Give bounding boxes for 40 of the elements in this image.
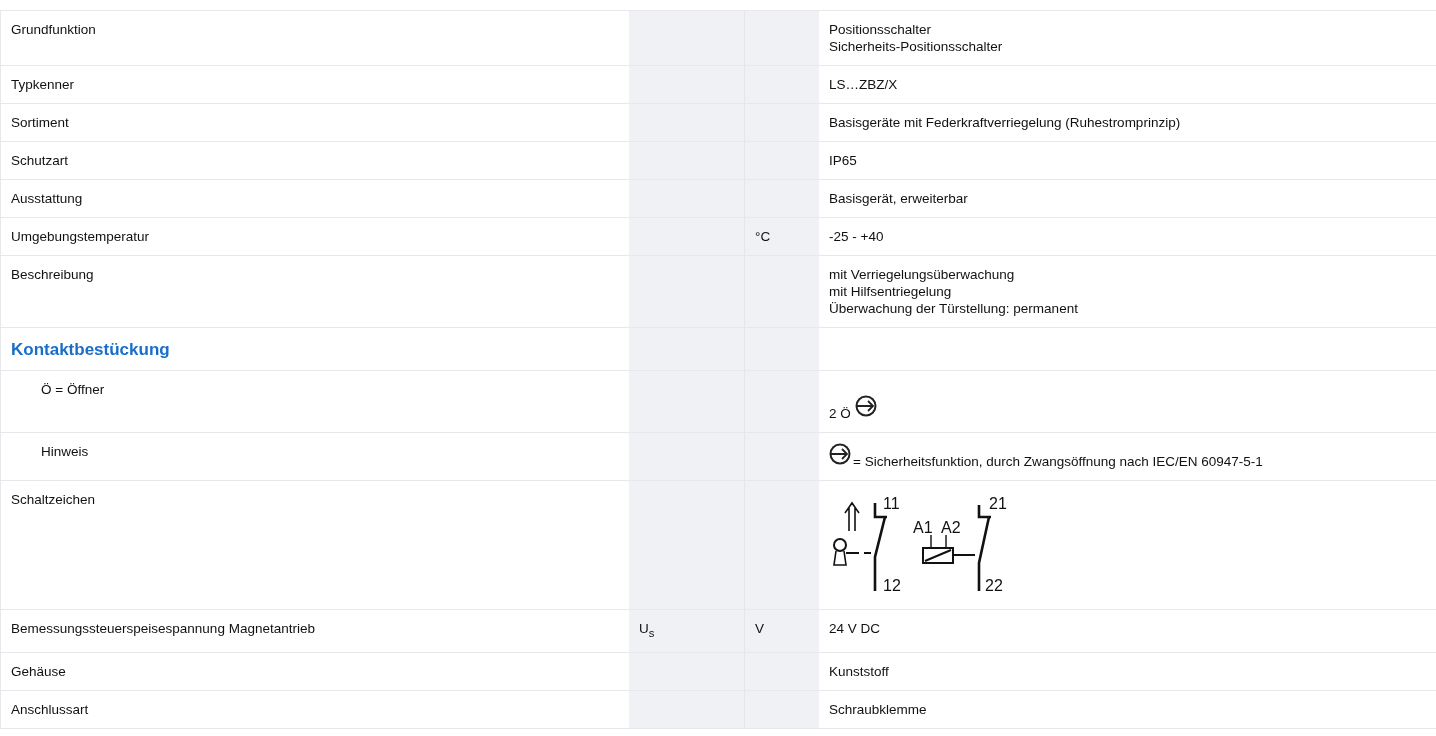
property-value: Positionsschalter [829, 21, 933, 38]
property-value: 2 Ö [829, 405, 851, 422]
property-label: Gehäuse [11, 663, 66, 679]
positive-opening-icon [829, 443, 851, 465]
property-value: Basisgeräte mit Federkraftverriegelung (Ruhestromprinzip) [829, 114, 1182, 131]
positive-opening-icon [854, 395, 877, 417]
terminal-label: 22 [985, 577, 1003, 594]
property-value: 24 V DC [829, 620, 882, 637]
property-label: Hinweis [41, 444, 89, 459]
property-label: Anschlussart [11, 701, 89, 717]
terminal-label: 11 [883, 495, 900, 512]
property-value: mit Hilfsentriegelung [829, 283, 953, 300]
terminal-label: A2 [941, 519, 961, 536]
property-label: Beschreibung [11, 267, 94, 282]
property-label: Umgebungstemperatur [11, 229, 150, 244]
property-label: Schaltzeichen [11, 492, 96, 507]
property-value: Schraubklemme [829, 700, 928, 718]
terminal-label: A1 [913, 519, 933, 536]
section-heading: Kontaktbestückung [11, 340, 170, 359]
table-cell: U$_{s}$ [629, 610, 744, 652]
property-label: Ausstattung [11, 191, 83, 206]
property-value: LS…ZBZ/X [829, 76, 899, 93]
table-cell: °C [744, 218, 819, 255]
property-value: mit Verriegelungsüberwachung [829, 266, 1016, 283]
property-value: Sicherheits-Positionsschalter [829, 38, 1004, 55]
property-value: = Sicherheitsfunktion, durch Zwangsöffnung nach IEC/EN 60947-5-1 [853, 453, 1263, 470]
table-cell: V [744, 610, 819, 652]
property-label: Ö = Öffner [41, 382, 105, 397]
property-value: -25 - +40 [829, 228, 885, 245]
property-value: IP65 [829, 152, 858, 169]
terminal-label: 12 [883, 577, 901, 594]
property-label: Schutzart [11, 153, 69, 168]
property-value: Kunststoff [829, 662, 890, 680]
property-label: Grundfunktion [11, 22, 96, 37]
property-label: Typkenner [11, 77, 75, 92]
property-value: Basisgerät, erweiterbar [829, 190, 969, 207]
property-label: Sortiment [11, 115, 69, 130]
terminal-label: 21 [989, 495, 1007, 512]
property-value: Überwachung der Türstellung: permanent [829, 300, 1079, 317]
property-label: Bemessungssteuerspeisespannung Magnetantrieb [11, 621, 315, 636]
